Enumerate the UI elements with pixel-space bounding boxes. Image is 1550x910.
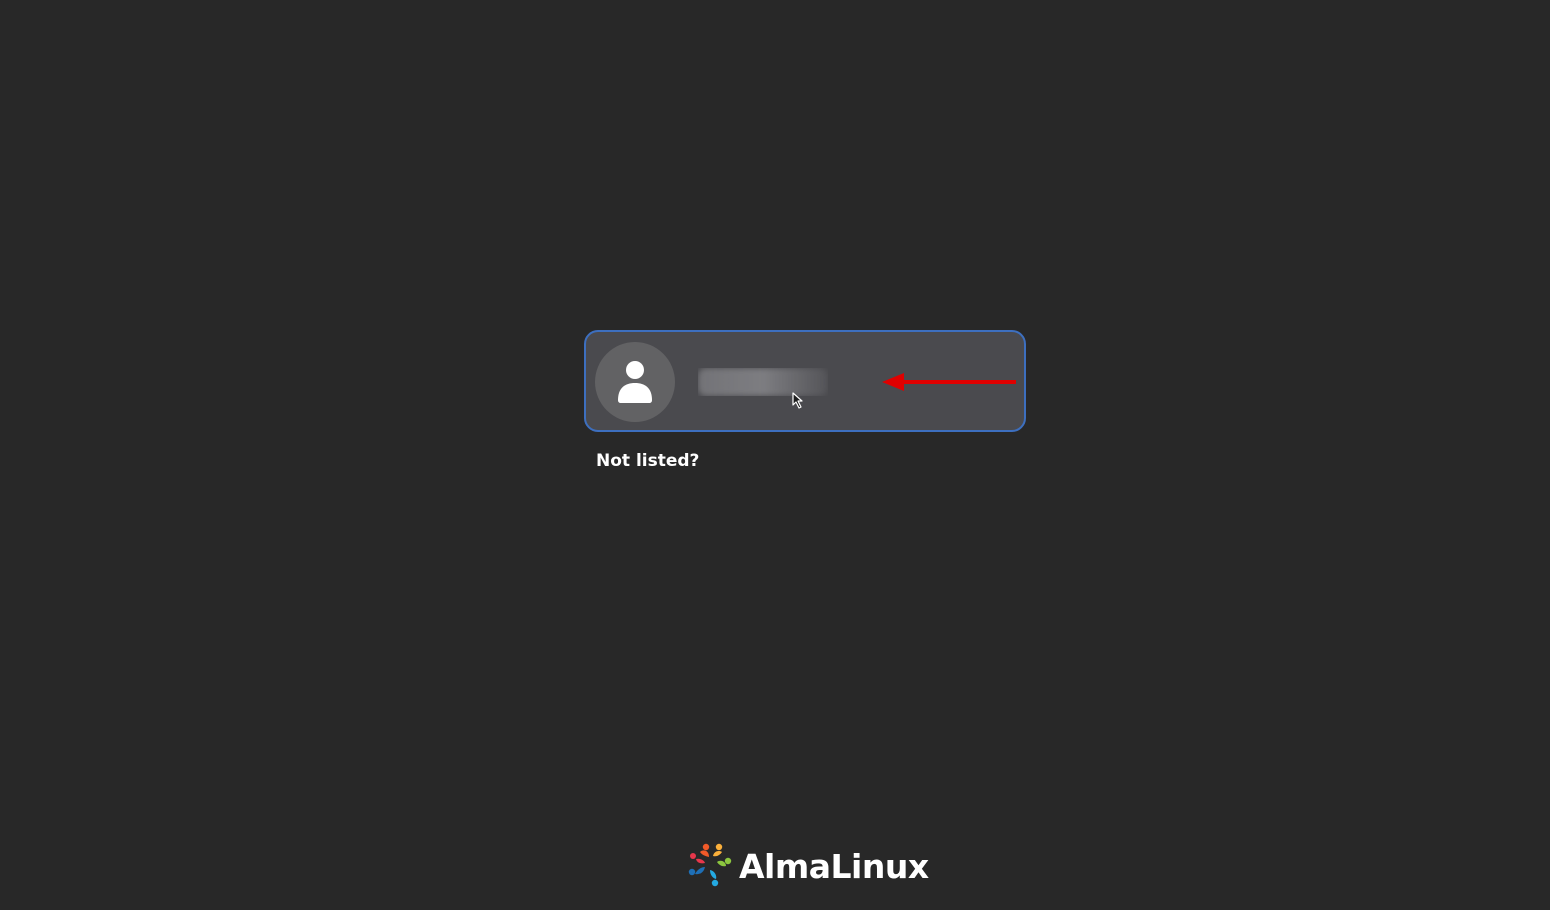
not-listed-button[interactable]: Not listed? — [596, 451, 699, 471]
branding: AlmaLinux — [686, 842, 929, 890]
user-name — [698, 368, 828, 396]
user-list-item[interactable] — [584, 330, 1026, 432]
redacted-username — [698, 368, 828, 396]
user-list: Not listed? — [584, 330, 1026, 471]
login-screen: Not listed? AlmaLinux — [0, 0, 1550, 910]
user-avatar-icon — [618, 361, 652, 403]
brand-name: AlmaLinux — [739, 846, 929, 886]
mouse-pointer-icon — [792, 392, 803, 409]
avatar — [595, 342, 675, 422]
almalinux-logo-icon — [688, 843, 732, 887]
left-arrow-icon — [882, 373, 1016, 391]
